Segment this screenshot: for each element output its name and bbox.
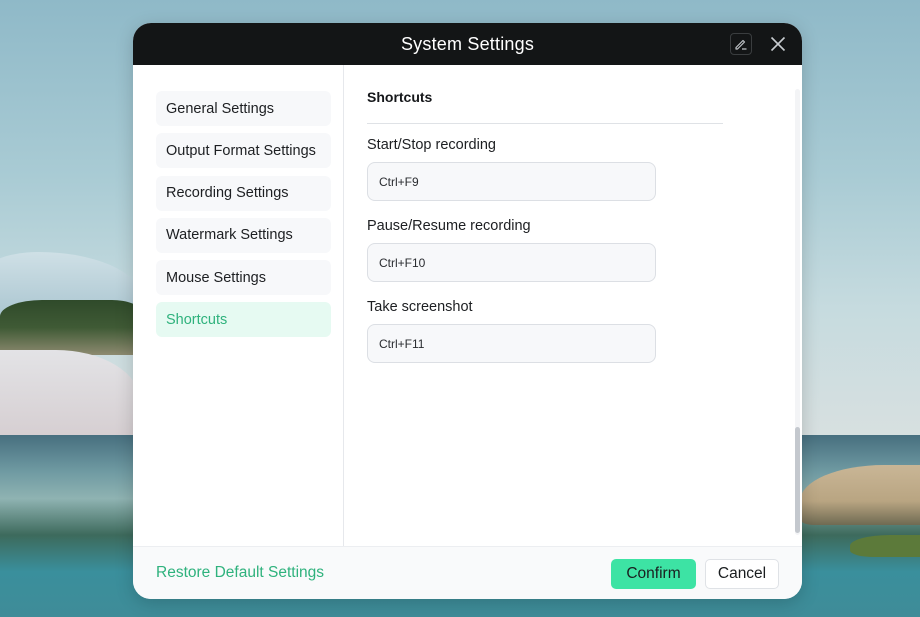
settings-content: Shortcuts Start/Stop recording Ctrl+F9 P… [344, 65, 802, 546]
shortcut-screenshot-group: Take screenshot Ctrl+F11 [367, 299, 802, 363]
sidebar-item-recording-settings[interactable]: Recording Settings [156, 175, 331, 211]
sidebar-item-watermark-settings[interactable]: Watermark Settings [156, 217, 331, 253]
section-divider [367, 123, 723, 124]
close-icon [770, 36, 786, 52]
system-settings-dialog: System Settings General Settings Output … [133, 23, 802, 599]
background-trees [0, 300, 140, 355]
pause-resume-label: Pause/Resume recording [367, 218, 531, 234]
scrollbar-thumb[interactable] [795, 427, 800, 533]
dialog-body: General Settings Output Format Settings … [133, 65, 802, 546]
screenshot-shortcut-input[interactable]: Ctrl+F11 [367, 324, 656, 363]
sidebar-item-mouse-settings[interactable]: Mouse Settings [156, 260, 331, 296]
shortcut-pause-resume-group: Pause/Resume recording Ctrl+F10 [367, 218, 802, 282]
confirm-button[interactable]: Confirm [611, 559, 696, 589]
start-stop-shortcut-input[interactable]: Ctrl+F9 [367, 162, 656, 201]
dialog-footer: Restore Default Settings Confirm Cancel [133, 546, 802, 599]
section-title: Shortcuts [367, 89, 433, 105]
close-button[interactable] [767, 33, 789, 55]
restore-default-settings-link[interactable]: Restore Default Settings [156, 564, 324, 582]
pause-resume-shortcut-input[interactable]: Ctrl+F10 [367, 243, 656, 282]
shortcut-start-stop-group: Start/Stop recording Ctrl+F9 [367, 137, 802, 201]
dialog-titlebar: System Settings [133, 23, 802, 65]
start-stop-label: Start/Stop recording [367, 137, 496, 153]
screenshot-label: Take screenshot [367, 299, 473, 315]
sidebar-item-general-settings[interactable]: General Settings [156, 91, 331, 126]
edit-button[interactable] [730, 33, 752, 55]
background-grass [850, 535, 920, 557]
edit-pencil-icon [735, 39, 747, 50]
dialog-title: System Settings [400, 33, 535, 54]
sidebar-item-output-format-settings[interactable]: Output Format Settings [156, 133, 331, 169]
sidebar-item-shortcuts[interactable]: Shortcuts [156, 302, 331, 338]
content-scrollbar[interactable] [795, 89, 800, 535]
settings-sidebar: General Settings Output Format Settings … [133, 65, 344, 546]
cancel-button[interactable]: Cancel [705, 559, 779, 589]
